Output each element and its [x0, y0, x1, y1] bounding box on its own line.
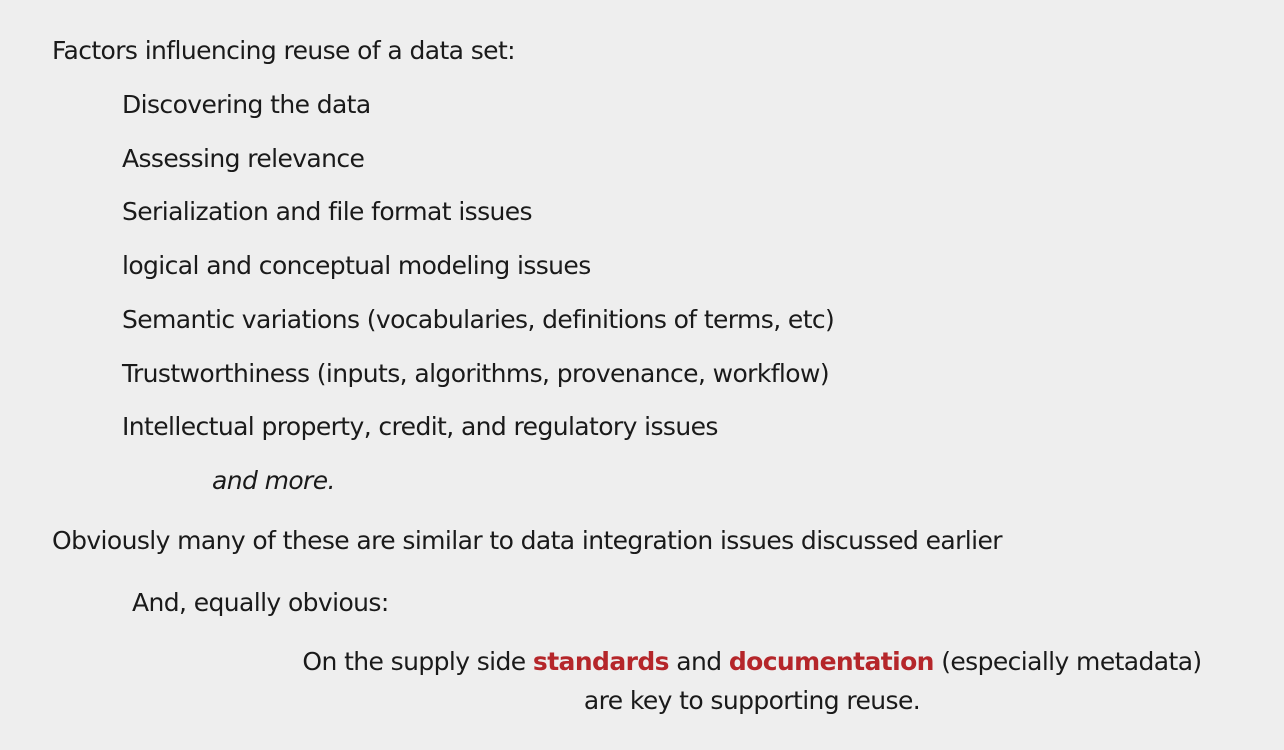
conclusion-middle: and	[668, 647, 729, 676]
factor-item: Serialization and file format issues	[122, 197, 533, 226]
factor-item: Semantic variations (vocabularies, defin…	[122, 305, 835, 334]
documentation-highlight: documentation	[728, 647, 935, 676]
observation-text: Obviously many of these are similar to d…	[52, 526, 1003, 555]
factor-item: logical and conceptual modeling issues	[122, 251, 591, 280]
conclusion-suffix: (especially metadata)	[933, 647, 1202, 676]
and-more-text: and more.	[212, 466, 335, 495]
slide-heading: Factors influencing reuse of a data set:	[52, 36, 516, 65]
factor-item: Trustworthiness (inputs, algorithms, pro…	[122, 359, 830, 388]
conclusion-line-2: are key to supporting reuse.	[583, 686, 921, 715]
factor-item: Discovering the data	[122, 90, 371, 119]
equally-obvious-text: And, equally obvious:	[132, 588, 389, 617]
factor-item: Assessing relevance	[122, 144, 365, 173]
conclusion-line-1: On the supply side standards and documen…	[232, 649, 1272, 674]
factor-item: Intellectual property, credit, and regul…	[122, 412, 718, 441]
standards-highlight: standards	[532, 647, 670, 676]
conclusion-prefix: On the supply side	[302, 647, 533, 676]
